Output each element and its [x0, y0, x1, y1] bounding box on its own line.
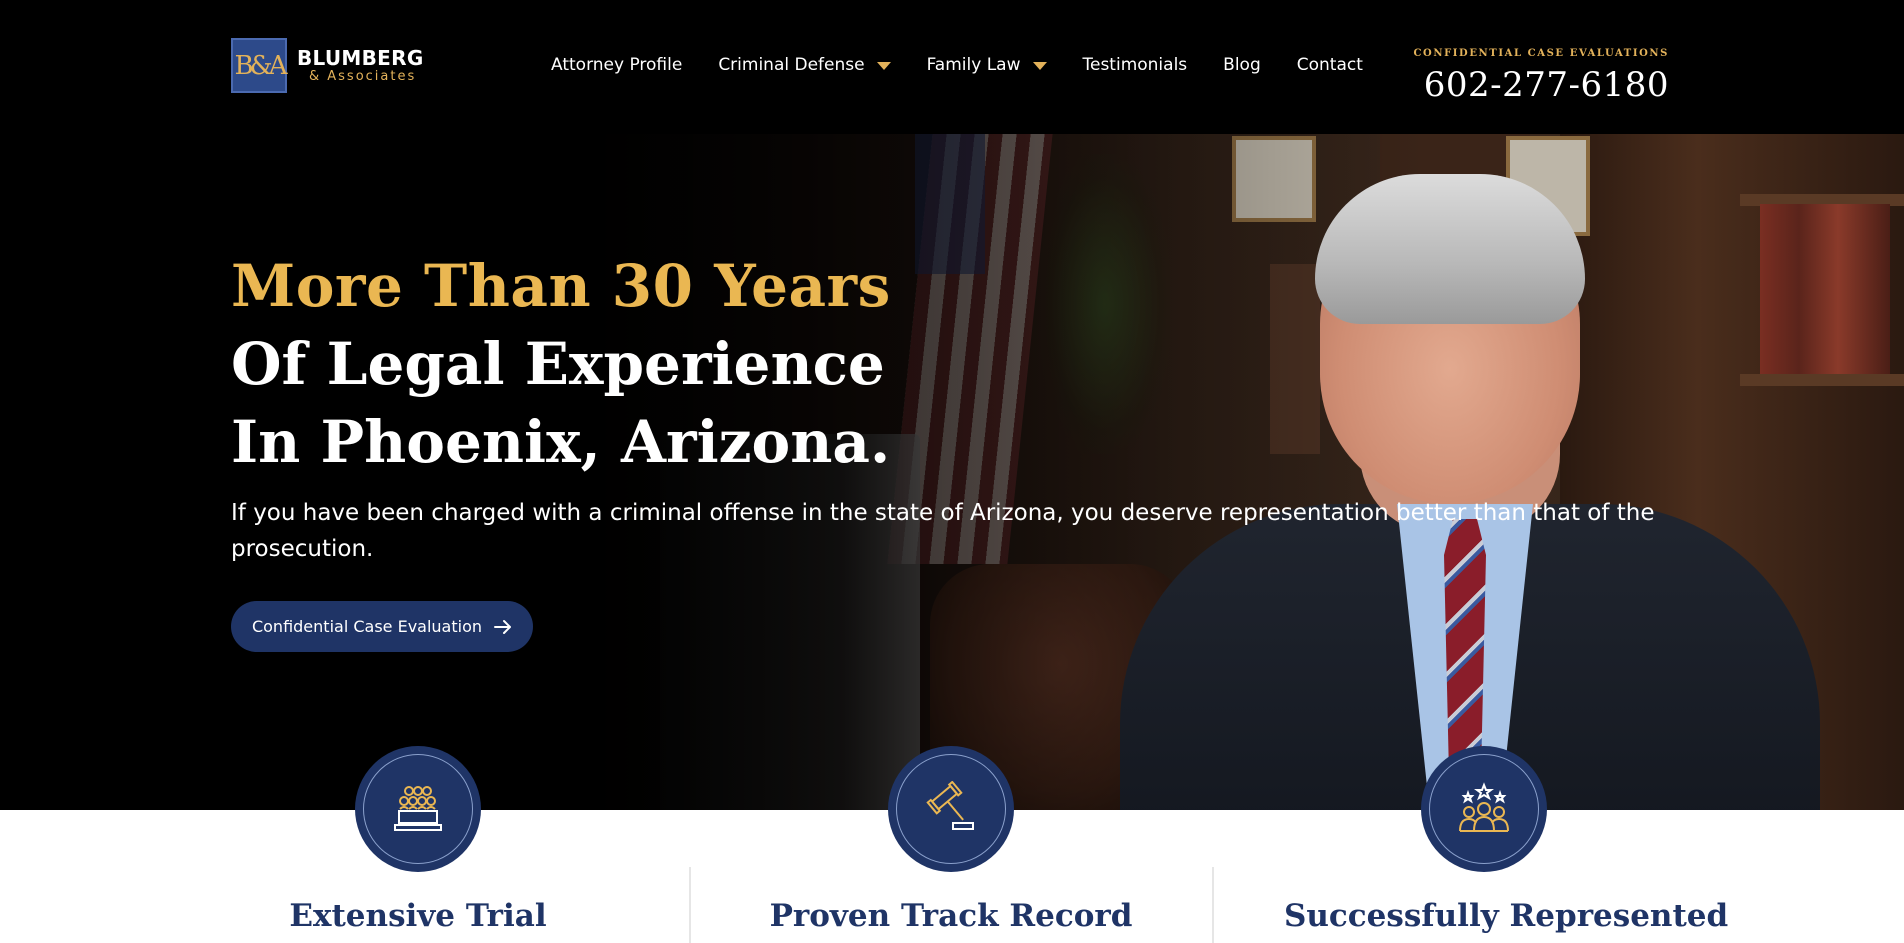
feature-divider	[689, 867, 691, 943]
hero-paragraph: If you have been charged with a criminal…	[231, 500, 1655, 562]
case-evaluation-button[interactable]: Confidential Case Evaluation	[231, 601, 533, 652]
features-section: Extensive Trial Proven Track Record Succ…	[0, 746, 1904, 943]
brand-sub: & Associates	[309, 69, 417, 84]
nav-item-testimonials[interactable]: Testimonials	[1083, 55, 1188, 75]
feature-title: Successfully Represented	[1284, 898, 1729, 934]
nav-item-blog[interactable]: Blog	[1223, 55, 1261, 75]
feature-proven-track-record: Proven Track Record	[751, 746, 1151, 934]
hero-section: More Than 30 Years Of Legal Experience I…	[0, 134, 1904, 810]
nav-label: Family Law	[926, 55, 1021, 75]
nav-item-contact[interactable]: Contact	[1297, 55, 1363, 75]
caret-down-icon	[876, 62, 891, 70]
site-header: B&A BLUMBERG & Associates Attorney Profi…	[0, 0, 1904, 134]
case-evaluation-label: CONFIDENTIAL CASE EVALUATIONS	[1413, 48, 1669, 59]
clients-stars-icon	[1459, 782, 1509, 832]
feature-successfully-represented: Successfully Represented	[1284, 746, 1729, 934]
main-nav: Attorney Profile Criminal Defense Family…	[551, 55, 1363, 75]
nav-item-criminal-defense[interactable]: Criminal Defense	[718, 55, 891, 75]
gavel-icon	[926, 781, 974, 830]
feature-title: Extensive Trial	[289, 898, 547, 934]
nav-label: Contact	[1296, 55, 1363, 75]
hero-content: More Than 30 Years Of Legal Experience I…	[231, 247, 1671, 567]
nav-item-family-law[interactable]: Family Law	[927, 55, 1047, 75]
logo-text: BLUMBERG & Associates	[297, 48, 424, 83]
nav-label: Criminal Defense	[718, 55, 865, 75]
arrow-right-icon	[494, 619, 512, 634]
caret-down-icon	[1032, 62, 1047, 70]
hero-heading: More Than 30 Years Of Legal Experience I…	[231, 247, 1671, 481]
nav-item-attorney-profile[interactable]: Attorney Profile	[551, 55, 682, 75]
brand-logo[interactable]: B&A BLUMBERG & Associates	[231, 38, 424, 93]
hero-heading-line2: Of Legal Experience	[231, 330, 885, 398]
nav-label: Testimonials	[1082, 55, 1188, 75]
logo-mark-icon: B&A	[231, 38, 288, 93]
feature-divider	[1212, 867, 1214, 943]
feature-title: Proven Track Record	[769, 898, 1133, 934]
phone-number-link[interactable]: 602-277-6180	[1413, 65, 1669, 105]
hero-heading-line1: More Than 30 Years	[231, 252, 891, 320]
cta-label: Confidential Case Evaluation	[251, 617, 483, 636]
jury-icon	[394, 786, 442, 831]
feature-extensive-trial: Extensive Trial	[218, 746, 618, 934]
nav-label: Blog	[1223, 55, 1261, 75]
header-contact: CONFIDENTIAL CASE EVALUATIONS 602-277-61…	[1413, 48, 1669, 105]
hero-heading-line3: In Phoenix, Arizona.	[231, 408, 891, 476]
brand-name: BLUMBERG	[297, 46, 424, 70]
nav-label: Attorney Profile	[551, 55, 683, 75]
